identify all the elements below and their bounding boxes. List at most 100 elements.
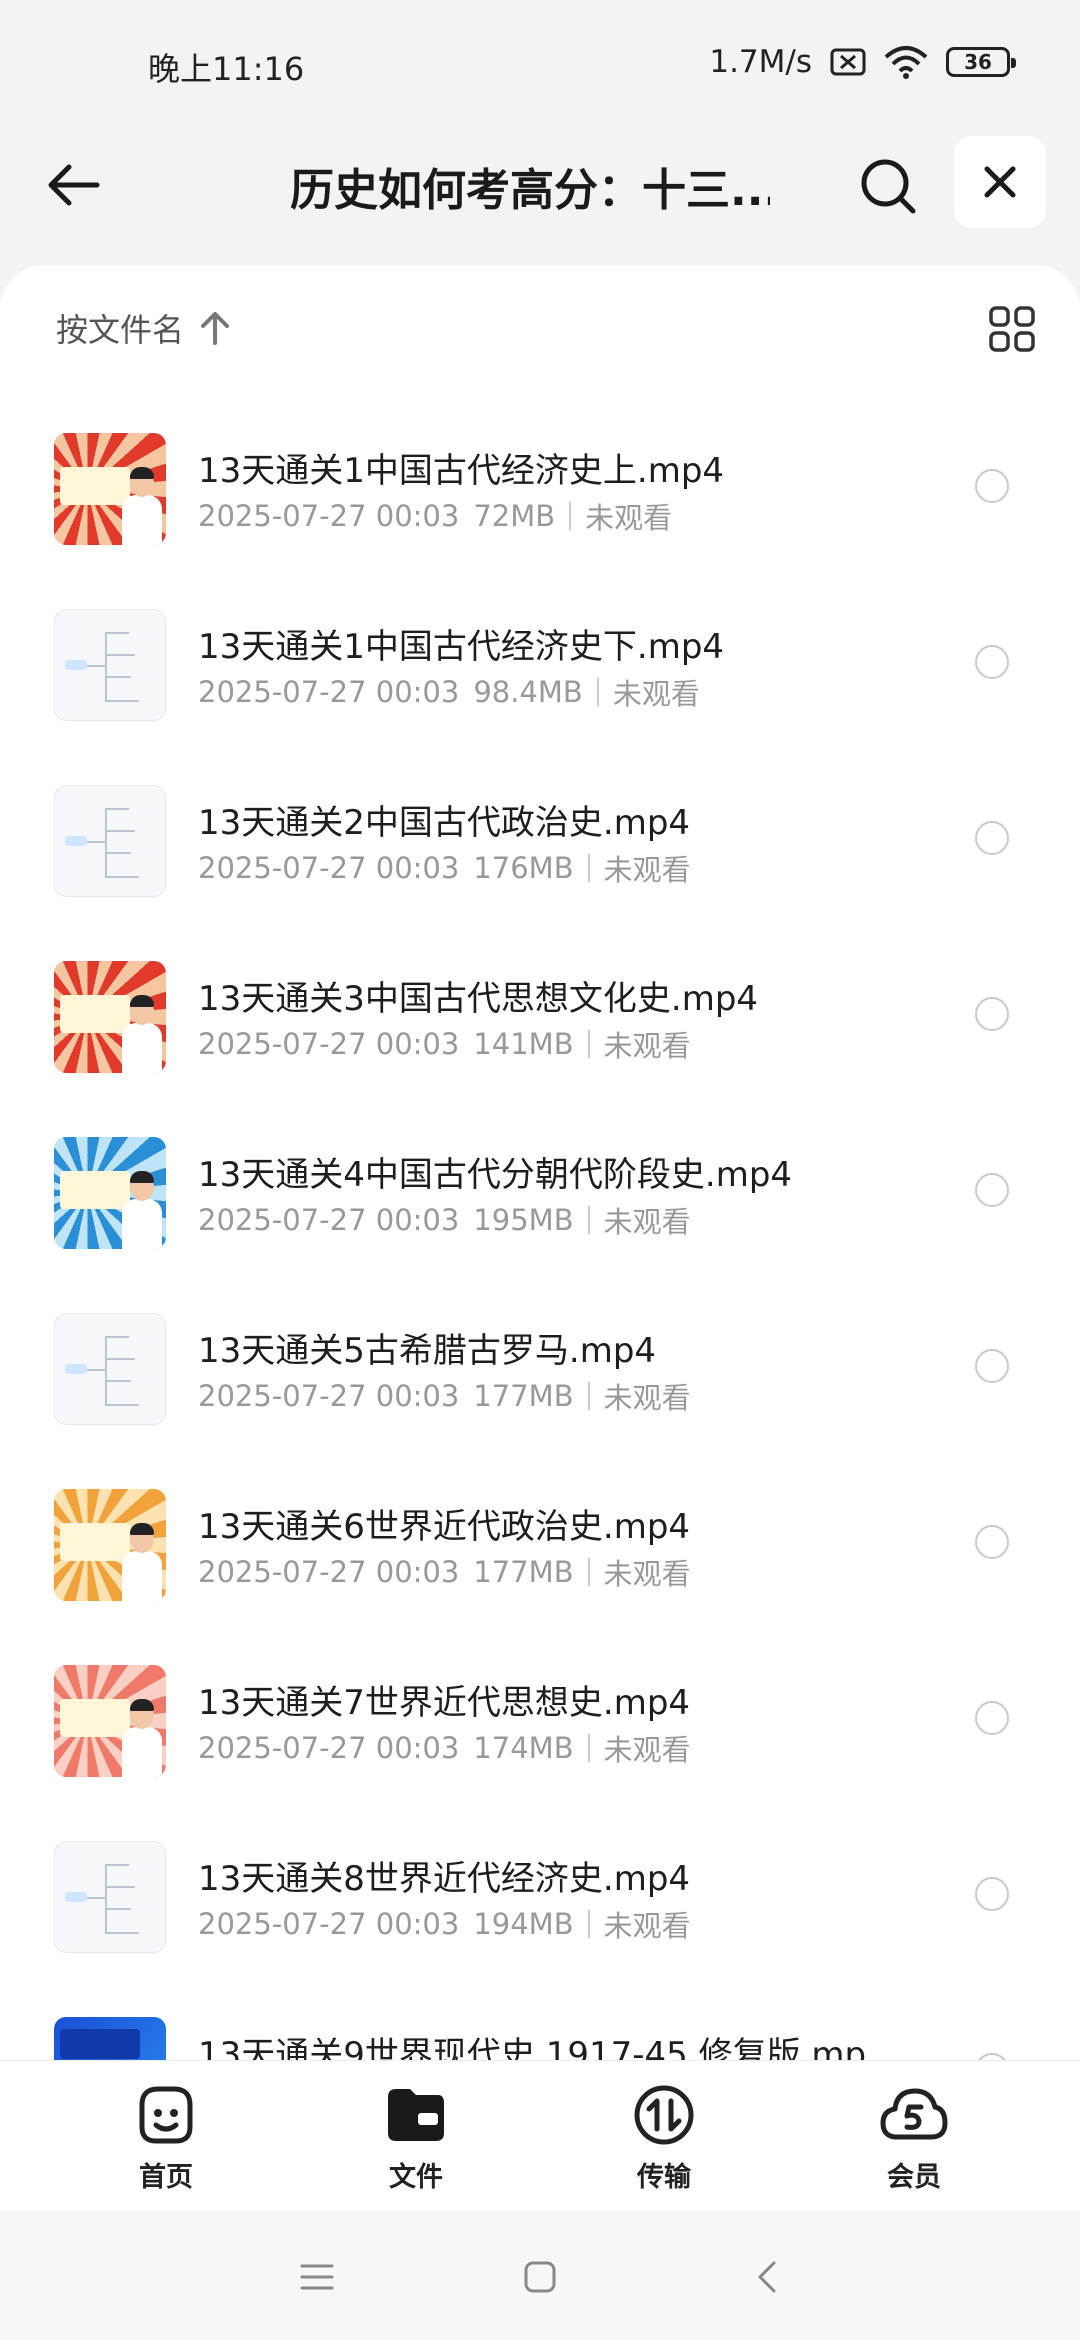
presenter-figure xyxy=(122,1697,162,1777)
file-panel: 按文件名 13天通关1中国古代经济史上.mp4 2025-07-27 00:03 7… xyxy=(0,265,1080,2060)
file-name: 13天通关6世界近代政治史.mp4 xyxy=(198,1507,691,1547)
tab-home[interactable]: 首页 xyxy=(96,2083,236,2203)
file-meta: 2025-07-27 00:03 98.4MB 未观看 xyxy=(198,671,700,713)
file-row[interactable]: 13天通关9世界现代史 1917-45 修复版.mp xyxy=(0,1997,1080,2060)
folder-icon xyxy=(388,2089,444,2141)
file-row[interactable]: 13天通关1中国古代经济史上.mp4 2025-07-27 00:03 72MB 未观… xyxy=(0,413,1080,589)
file-row[interactable]: 13天通关6世界近代政治史.mp4 2025-07-27 00:03 177MB 未观… xyxy=(0,1469,1080,1645)
bottom-tab-bar: 首页 文件 传输 会员 xyxy=(0,2060,1080,2211)
tab-vip[interactable]: 会员 xyxy=(844,2083,984,2203)
file-size: 72MB xyxy=(473,499,556,533)
file-meta: 2025-07-27 00:03 177MB 未观看 xyxy=(198,1551,691,1593)
search-button[interactable] xyxy=(852,150,924,222)
video-thumbnail xyxy=(54,961,166,1073)
system-back-button[interactable] xyxy=(742,2252,792,2302)
select-radio[interactable] xyxy=(975,645,1009,679)
video-thumbnail xyxy=(54,785,166,897)
select-radio[interactable] xyxy=(975,1173,1009,1207)
home-button[interactable] xyxy=(515,2252,565,2302)
arrow-up-icon xyxy=(201,312,230,345)
presenter-figure xyxy=(122,1169,162,1249)
file-name: 13天通关1中国古代经济史下.mp4 xyxy=(198,627,725,667)
battery-level: 36 xyxy=(964,50,992,74)
grid-view-button[interactable] xyxy=(982,299,1042,359)
watch-status: 未观看 xyxy=(603,1557,691,1591)
face-icon xyxy=(139,2086,193,2144)
file-meta: 2025-07-27 00:03 195MB 未观看 xyxy=(198,1199,691,1241)
select-radio[interactable] xyxy=(975,1701,1009,1735)
file-date: 2025-07-27 00:03 xyxy=(198,1731,460,1765)
status-bar: 晚上11:16 1.7M/s 36 xyxy=(0,0,1080,120)
tab-files-label: 文件 xyxy=(389,2162,443,2193)
chevron-left-icon xyxy=(758,2261,776,2293)
file-name: 13天通关3中国古代思想文化史.mp4 xyxy=(198,979,759,1019)
file-meta: 2025-07-27 00:03 141MB 未观看 xyxy=(198,1023,691,1065)
watch-status: 未观看 xyxy=(603,1909,691,1943)
file-date: 2025-07-27 00:03 xyxy=(198,851,460,885)
status-time: 晚上11:16 xyxy=(148,50,305,88)
file-row[interactable]: 13天通关7世界近代思想史.mp4 2025-07-27 00:03 174MB 未观… xyxy=(0,1645,1080,1821)
watch-status: 未观看 xyxy=(612,677,700,711)
file-size: 174MB xyxy=(473,1731,574,1765)
file-meta: 2025-07-27 00:03 174MB 未观看 xyxy=(198,1727,691,1769)
file-date: 2025-07-27 00:03 xyxy=(198,499,460,533)
sort-toggle[interactable]: 按文件名 xyxy=(56,305,230,351)
file-date: 2025-07-27 00:03 xyxy=(198,1379,460,1413)
file-list: 13天通关1中国古代经济史上.mp4 2025-07-27 00:03 72MB 未观… xyxy=(0,413,1080,2060)
meta-divider xyxy=(587,1382,590,1410)
file-meta: 2025-07-27 00:03 176MB 未观看 xyxy=(198,847,691,889)
meta-divider xyxy=(587,1206,590,1234)
header: 历史如何考高分：十三... xyxy=(0,130,1080,240)
file-name: 13天通关4中国古代分朝代阶段史.mp4 xyxy=(198,1155,793,1195)
file-row[interactable]: 13天通关5古希腊古罗马.mp4 2025-07-27 00:03 177MB 未观看 xyxy=(0,1293,1080,1469)
square-icon xyxy=(524,2261,556,2293)
tab-files[interactable]: 文件 xyxy=(346,2083,486,2203)
file-row[interactable]: 13天通关4中国古代分朝代阶段史.mp4 2025-07-27 00:03 195M… xyxy=(0,1117,1080,1293)
file-date: 2025-07-27 00:03 xyxy=(198,1907,460,1941)
file-size: 195MB xyxy=(473,1203,574,1237)
video-thumbnail xyxy=(54,1489,166,1601)
file-date: 2025-07-27 00:03 xyxy=(198,1203,460,1237)
close-button[interactable] xyxy=(954,136,1046,228)
select-radio[interactable] xyxy=(975,1877,1009,1911)
presenter-figure xyxy=(122,993,162,1073)
select-radio[interactable] xyxy=(975,1349,1009,1383)
select-radio[interactable] xyxy=(975,1525,1009,1559)
video-thumbnail xyxy=(54,609,166,721)
select-radio[interactable] xyxy=(975,997,1009,1031)
recent-apps-button[interactable] xyxy=(292,2252,342,2302)
file-meta: 2025-07-27 00:03 177MB 未观看 xyxy=(198,1375,691,1417)
select-radio[interactable] xyxy=(975,2053,1009,2060)
file-size: 176MB xyxy=(473,851,574,885)
watch-status: 未观看 xyxy=(603,1029,691,1063)
file-row[interactable]: 13天通关3中国古代思想文化史.mp4 2025-07-27 00:03 141MB… xyxy=(0,941,1080,1117)
video-thumbnail xyxy=(54,1665,166,1777)
file-size: 194MB xyxy=(473,1907,574,1941)
wifi-icon xyxy=(884,46,928,79)
back-button[interactable] xyxy=(38,150,108,220)
watch-status: 未观看 xyxy=(603,1205,691,1239)
tab-vip-label: 会员 xyxy=(887,2162,941,2193)
file-name: 13天通关5古希腊古罗马.mp4 xyxy=(198,1331,657,1371)
meta-divider xyxy=(587,1910,590,1938)
tab-transfer[interactable]: 传输 xyxy=(594,2083,734,2203)
file-size: 98.4MB xyxy=(473,675,583,709)
file-size: 177MB xyxy=(473,1379,574,1413)
watch-status: 未观看 xyxy=(603,1381,691,1415)
file-row[interactable]: 13天通关2中国古代政治史.mp4 2025-07-27 00:03 176MB 未观… xyxy=(0,765,1080,941)
meta-divider xyxy=(587,1030,590,1058)
select-radio[interactable] xyxy=(975,469,1009,503)
select-radio[interactable] xyxy=(975,821,1009,855)
file-row[interactable]: 13天通关8世界近代经济史.mp4 2025-07-27 00:03 194MB 未观… xyxy=(0,1821,1080,1997)
transfer-icon xyxy=(634,2085,694,2145)
watch-status: 未观看 xyxy=(603,1733,691,1767)
file-meta: 2025-07-27 00:03 72MB 未观看 xyxy=(198,495,672,537)
video-thumbnail xyxy=(54,1137,166,1249)
meta-divider xyxy=(587,1558,590,1586)
file-name: 13天通关7世界近代思想史.mp4 xyxy=(198,1683,691,1723)
file-meta: 2025-07-27 00:03 194MB 未观看 xyxy=(198,1903,691,1945)
status-indicators: 1.7M/s 36 xyxy=(709,44,1016,80)
file-row[interactable]: 13天通关1中国古代经济史下.mp4 2025-07-27 00:03 98.4MB… xyxy=(0,589,1080,765)
meta-divider xyxy=(587,1734,590,1762)
tab-transfer-label: 传输 xyxy=(637,2162,691,2193)
